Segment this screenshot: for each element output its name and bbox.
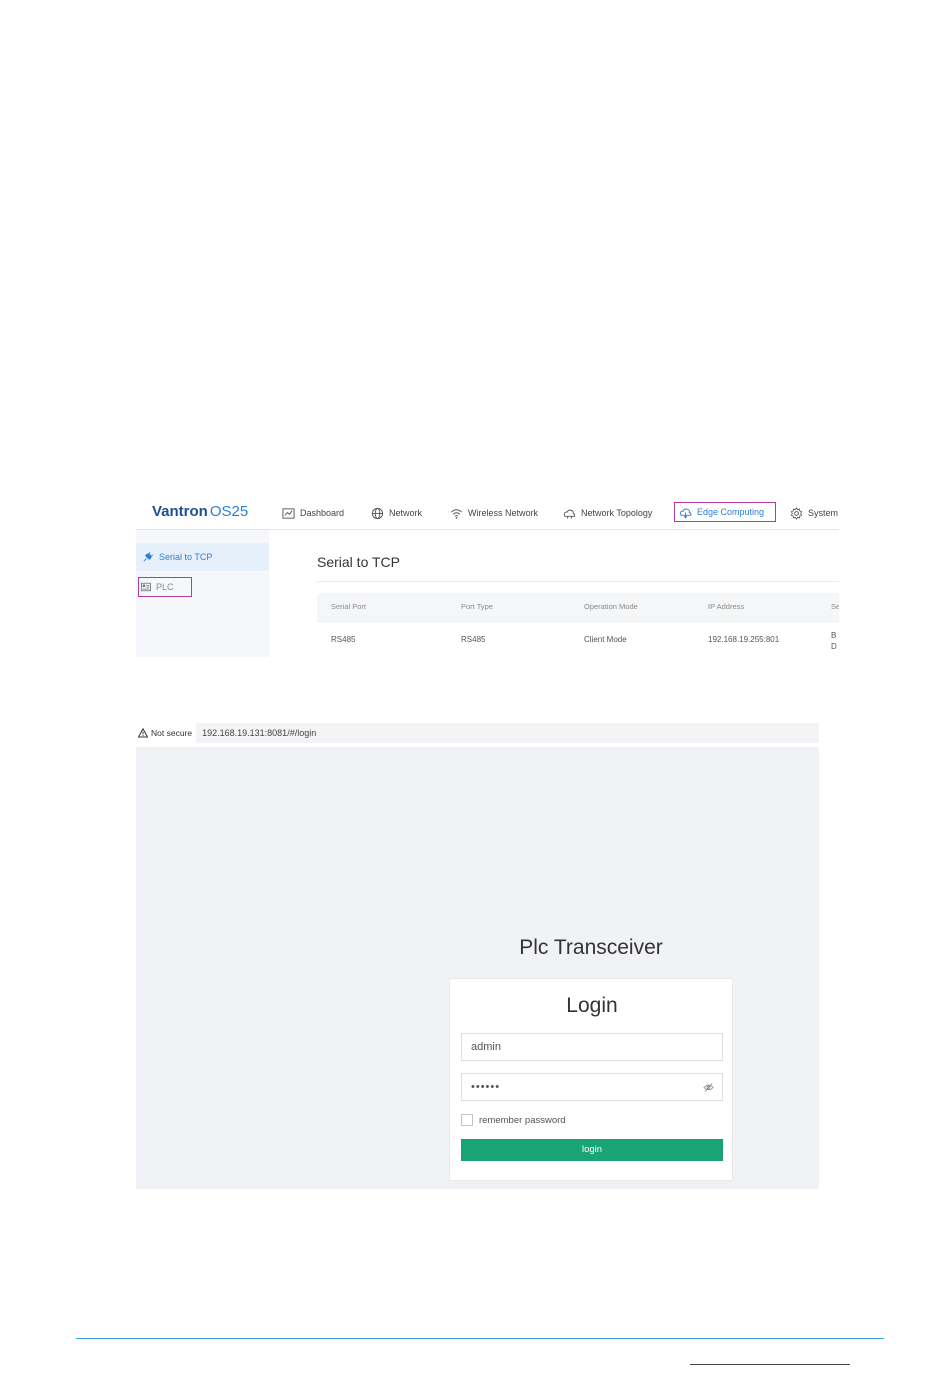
column-header: Serial Port — [331, 602, 367, 611]
sidebar-item-label: PLC — [156, 582, 174, 592]
os-screenshot: Vantron OS25 Dashboard Network Wireless N… — [136, 497, 839, 657]
sidebar-item-plc[interactable]: PLC — [138, 577, 192, 597]
security-indicator[interactable]: Not secure — [136, 723, 197, 743]
login-screenshot: Not secure 192.168.19.131:8081/#/login P… — [136, 723, 819, 1189]
page-top — [0, 0, 950, 3]
table-cell: B D — [831, 631, 837, 651]
nav-label: System — [808, 508, 839, 518]
page-title: Serial to TCP — [317, 554, 400, 570]
sidebar-item-serial-to-tcp[interactable]: Serial to TCP — [136, 543, 269, 571]
footer-divider — [76, 1338, 884, 1339]
column-header: Operation Mode — [584, 602, 638, 611]
nav-label: Wireless Network — [468, 508, 539, 518]
chart-icon — [282, 507, 295, 519]
globe-icon — [371, 507, 384, 519]
nav-network-topology[interactable]: Network Topology — [563, 503, 652, 523]
password-value: •••••• — [471, 1081, 501, 1093]
title-divider — [317, 581, 839, 582]
remember-checkbox[interactable] — [461, 1114, 473, 1126]
login-button[interactable]: login — [461, 1139, 723, 1161]
footer-rule — [690, 1364, 850, 1365]
remember-label: remember password — [479, 1114, 566, 1126]
wifi-icon — [451, 508, 462, 519]
sidebar: Serial to TCP PLC — [136, 530, 269, 657]
table-cell: RS485 — [331, 635, 356, 644]
column-header: Port Type — [461, 602, 493, 611]
app-title: Plc Transceiver — [519, 936, 663, 959]
column-header: Se — [831, 602, 839, 611]
table-cell: 192.168.19.255:801 — [708, 635, 780, 644]
brand-name: Vantron — [152, 503, 208, 520]
topology-icon — [563, 509, 576, 519]
login-heading: Login — [566, 994, 618, 1017]
url-text[interactable]: 192.168.19.131:8081/#/login — [202, 728, 316, 738]
table-cell: Client Mode — [584, 635, 627, 644]
table-row[interactable]: RS485 RS485 Client Mode 192.168.19.255:8… — [317, 621, 839, 657]
browser-address-bar[interactable]: Not secure 192.168.19.131:8081/#/login — [136, 723, 819, 743]
password-input[interactable]: •••••• — [461, 1073, 723, 1101]
top-navbar: Vantron OS25 Dashboard Network Wireless N… — [136, 497, 839, 530]
nav-label: Network — [389, 508, 423, 518]
login-card: Login admin •••••• remember password log… — [449, 978, 733, 1181]
table-header: Serial Port Port Type Operation Mode IP … — [317, 593, 839, 621]
sidebar-item-label: Serial to TCP — [159, 552, 213, 562]
security-label: Not secure — [151, 728, 193, 738]
plc-icon — [141, 582, 151, 592]
brand-logo: Vantron OS25 — [152, 503, 248, 520]
nav-dashboard[interactable]: Dashboard — [282, 503, 344, 523]
nav-label: Dashboard — [300, 508, 345, 518]
nav-network[interactable]: Network — [371, 503, 422, 523]
cloud-icon — [679, 508, 692, 519]
gear-icon — [790, 506, 803, 520]
nav-system[interactable]: System — [790, 503, 838, 523]
table-cell: RS485 — [461, 635, 486, 644]
plug-icon — [143, 551, 153, 561]
warning-icon — [138, 728, 148, 738]
nav-edge-computing[interactable]: Edge Computing — [674, 502, 776, 522]
nav-label: Network Topology — [581, 508, 653, 518]
remember-password[interactable]: remember password — [461, 1114, 566, 1126]
column-header: IP Address — [708, 602, 745, 611]
username-input[interactable]: admin — [461, 1033, 723, 1061]
eye-slash-icon[interactable] — [703, 1082, 714, 1093]
brand-version: OS25 — [209, 503, 249, 520]
nav-wireless-network[interactable]: Wireless Network — [450, 503, 538, 523]
nav-label: Edge Computing — [697, 507, 765, 517]
